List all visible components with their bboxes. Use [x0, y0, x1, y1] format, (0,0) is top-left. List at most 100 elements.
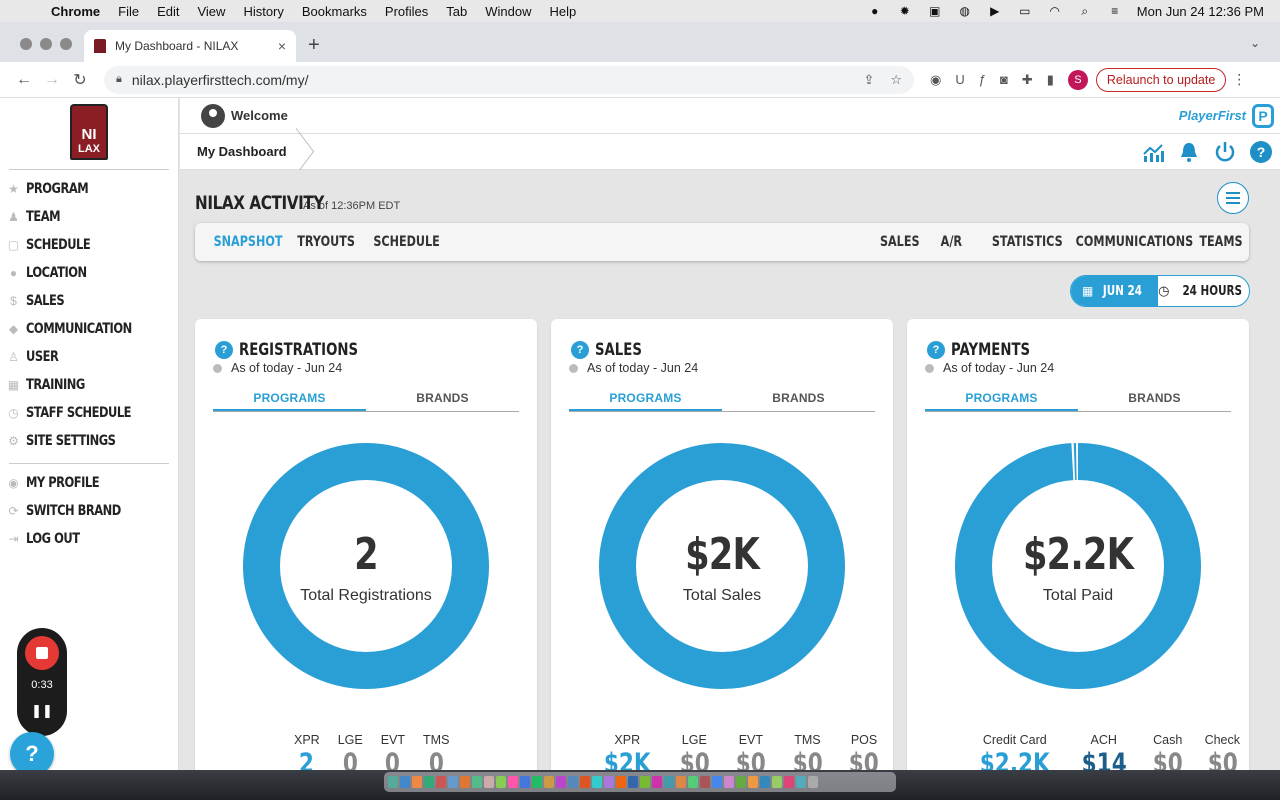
- dock-app-icon[interactable]: [520, 776, 530, 788]
- dock-app-icon[interactable]: [472, 776, 482, 788]
- menubar-clock[interactable]: Mon Jun 24 12:36 PM: [1137, 4, 1264, 19]
- dock-app-icon[interactable]: [496, 776, 506, 788]
- profile-avatar[interactable]: S: [1067, 69, 1088, 90]
- dock-app-icon[interactable]: [772, 776, 782, 788]
- dock-app-icon[interactable]: [712, 776, 722, 788]
- screenshot-icon[interactable]: ▣: [927, 4, 943, 18]
- dock-app-icon[interactable]: [652, 776, 662, 788]
- tab-schedule[interactable]: SCHEDULE: [373, 234, 440, 250]
- help-circle-icon[interactable]: ?: [1250, 140, 1272, 163]
- share-icon[interactable]: ⇪: [863, 72, 874, 88]
- menu-profiles[interactable]: Profiles: [385, 4, 428, 19]
- sidebar-item-training[interactable]: ▦ TRAINING: [7, 371, 155, 399]
- forward-icon[interactable]: →: [38, 71, 66, 89]
- tab-tryouts[interactable]: TRYOUTS: [297, 234, 355, 250]
- sidebar-item-location[interactable]: ● LOCATION: [7, 259, 155, 287]
- back-icon[interactable]: ←: [10, 71, 38, 89]
- dock-app-icon[interactable]: [604, 776, 614, 788]
- help-circle-icon[interactable]: ?: [215, 341, 233, 359]
- notifications-bell-icon[interactable]: [1178, 141, 1200, 163]
- breadcrumb-my-dashboard[interactable]: My Dashboard: [180, 134, 313, 170]
- dock-app-icon[interactable]: [580, 776, 590, 788]
- power-icon[interactable]: [1214, 141, 1236, 163]
- menu-bookmarks[interactable]: Bookmarks: [302, 4, 367, 19]
- sidebar-item-log-out[interactable]: ⇥ LOG OUT: [7, 525, 142, 553]
- sidebar-item-switch-brand[interactable]: ⟳ SWITCH BRAND: [7, 497, 142, 525]
- stop-recording-button[interactable]: [25, 636, 59, 670]
- dock-app-icon[interactable]: [784, 776, 794, 788]
- pause-icon[interactable]: ❚❚: [31, 703, 53, 719]
- new-tab-icon[interactable]: +: [308, 34, 320, 57]
- relaunch-button[interactable]: Relaunch to update: [1095, 67, 1227, 92]
- card-tab-brands[interactable]: BRANDS: [366, 391, 519, 411]
- menu-view[interactable]: View: [197, 4, 225, 19]
- dock-app-icon[interactable]: [748, 776, 758, 788]
- extension-color-icon[interactable]: ◉: [930, 72, 941, 88]
- play-icon[interactable]: ▶: [987, 4, 1003, 18]
- side-panel-icon[interactable]: ▮: [1047, 72, 1054, 88]
- tab-search-icon[interactable]: ⌄: [1250, 36, 1260, 50]
- sidebar-item-my-profile[interactable]: ◉ MY PROFILE: [7, 469, 142, 497]
- dock-app-icon[interactable]: [592, 776, 602, 788]
- card-tab-programs[interactable]: PROGRAMS: [925, 391, 1078, 411]
- extensions-puzzle-icon[interactable]: ✚: [1022, 72, 1033, 88]
- dock-app-icon[interactable]: [796, 776, 806, 788]
- help-circle-icon[interactable]: ?: [927, 341, 945, 359]
- menu-help[interactable]: Help: [550, 4, 577, 19]
- sidebar-item-site-settings[interactable]: ⚙ SITE SETTINGS: [7, 427, 155, 455]
- control-center-icon[interactable]: ≡: [1107, 4, 1123, 18]
- date-button[interactable]: ▦ JUN 24: [1071, 276, 1159, 306]
- dock-app-icon[interactable]: [484, 776, 494, 788]
- tab-sales[interactable]: SALES: [880, 234, 920, 250]
- brand-logo[interactable]: NI LAX: [70, 104, 108, 160]
- dock-app-icon[interactable]: [436, 776, 446, 788]
- dock-app-icon[interactable]: [460, 776, 470, 788]
- menu-tab[interactable]: Tab: [446, 4, 467, 19]
- user-avatar-icon[interactable]: [201, 103, 225, 128]
- dock-app-icon[interactable]: [388, 776, 398, 788]
- grammarly-icon[interactable]: ●: [867, 4, 883, 18]
- analytics-chart-icon[interactable]: [1142, 141, 1164, 163]
- dock-app-icon[interactable]: [700, 776, 710, 788]
- sidebar-item-schedule[interactable]: ▢ SCHEDULE: [7, 231, 155, 259]
- 24-hours-button[interactable]: ◷ 24 HOURS: [1158, 276, 1249, 306]
- sidebar-item-staff-schedule[interactable]: ◷ STAFF SCHEDULE: [7, 399, 155, 427]
- menu-history[interactable]: History: [243, 4, 283, 19]
- spotlight-search-icon[interactable]: ⌕: [1077, 4, 1093, 18]
- menu-app-name[interactable]: Chrome: [51, 4, 100, 19]
- dock-app-icon[interactable]: [508, 776, 518, 788]
- browser-tab-active[interactable]: My Dashboard - NILAX ×: [84, 30, 296, 62]
- sidebar-item-user[interactable]: ♙ USER: [7, 343, 155, 371]
- dock-app-icon[interactable]: [568, 776, 578, 788]
- tab-communications[interactable]: COMMUNICATIONS: [1076, 234, 1193, 250]
- dock-app-icon[interactable]: [676, 776, 686, 788]
- sidebar-item-program[interactable]: ★ PROGRAM: [7, 175, 155, 203]
- tab-ar[interactable]: A/R: [941, 234, 962, 250]
- tab-statistics[interactable]: STATISTICS: [992, 234, 1063, 250]
- filter-settings-button[interactable]: [1217, 182, 1249, 214]
- card-tab-brands[interactable]: BRANDS: [1078, 391, 1231, 411]
- dock-app-icon[interactable]: [688, 776, 698, 788]
- dock-app-icon[interactable]: [424, 776, 434, 788]
- dock-app-icon[interactable]: [664, 776, 674, 788]
- tab-teams[interactable]: TEAMS: [1199, 234, 1242, 250]
- close-window-button[interactable]: [20, 38, 32, 50]
- reload-icon[interactable]: ↻: [66, 70, 94, 90]
- brightness-icon[interactable]: ✹: [897, 4, 913, 18]
- minimize-window-button[interactable]: [40, 38, 52, 50]
- sidebar-item-sales[interactable]: $ SALES: [7, 287, 155, 315]
- dock-app-icon[interactable]: [760, 776, 770, 788]
- menu-file[interactable]: File: [118, 4, 139, 19]
- lock-icon[interactable]: 🔒︎: [116, 73, 122, 86]
- welcome-text[interactable]: Welcome: [231, 108, 288, 123]
- dock-app-icon[interactable]: [808, 776, 818, 788]
- url-text[interactable]: nilax.playerfirsttech.com/my/: [132, 72, 309, 88]
- dock-app-icon[interactable]: [736, 776, 746, 788]
- card-tab-programs[interactable]: PROGRAMS: [569, 391, 722, 411]
- battery-icon[interactable]: ▭: [1017, 4, 1033, 18]
- dock-app-icon[interactable]: [628, 776, 638, 788]
- card-tab-programs[interactable]: PROGRAMS: [213, 391, 366, 411]
- extension-camera-icon[interactable]: ◙: [1000, 72, 1008, 87]
- dock-app-icon[interactable]: [400, 776, 410, 788]
- wifi-icon[interactable]: ◠: [1047, 4, 1063, 18]
